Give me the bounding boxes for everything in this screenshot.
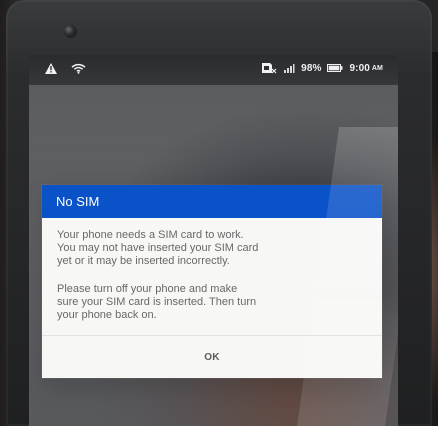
status-left [45,63,86,74]
dialog-header: No SIM [42,185,382,218]
status-right: 98% 9:00 AM [261,62,383,74]
ok-button[interactable]: OK [204,352,219,363]
dialog-message-paragraph-1: Your phone needs a SIM card to work. You… [57,229,259,267]
phone-screen: 98% 9:00 AM No SIM Your phone needs a SI… [29,55,398,426]
status-bar: 98% 9:00 AM [29,55,398,85]
signal-icon [283,62,295,74]
dialog-footer: OK [42,335,382,378]
phone-body: 98% 9:00 AM No SIM Your phone needs a SI… [6,0,432,426]
sim-card-icon [261,62,277,74]
battery-percent: 98% [301,62,322,74]
no-sim-dialog: No SIM Your phone needs a SIM card to wo… [42,185,382,378]
front-camera [64,25,77,38]
wifi-icon [71,63,86,74]
dialog-message-paragraph-2: Please turn off your phone and make sure… [57,283,257,321]
warning-icon [45,63,57,74]
photo-background: 98% 9:00 AM No SIM Your phone needs a SI… [0,0,438,426]
battery-icon [327,64,343,72]
dialog-title: No SIM [56,194,100,209]
status-ampm: AM [371,64,383,72]
status-time: 9:00 [349,62,370,74]
dialog-body: Your phone needs a SIM card to work. You… [42,218,382,322]
